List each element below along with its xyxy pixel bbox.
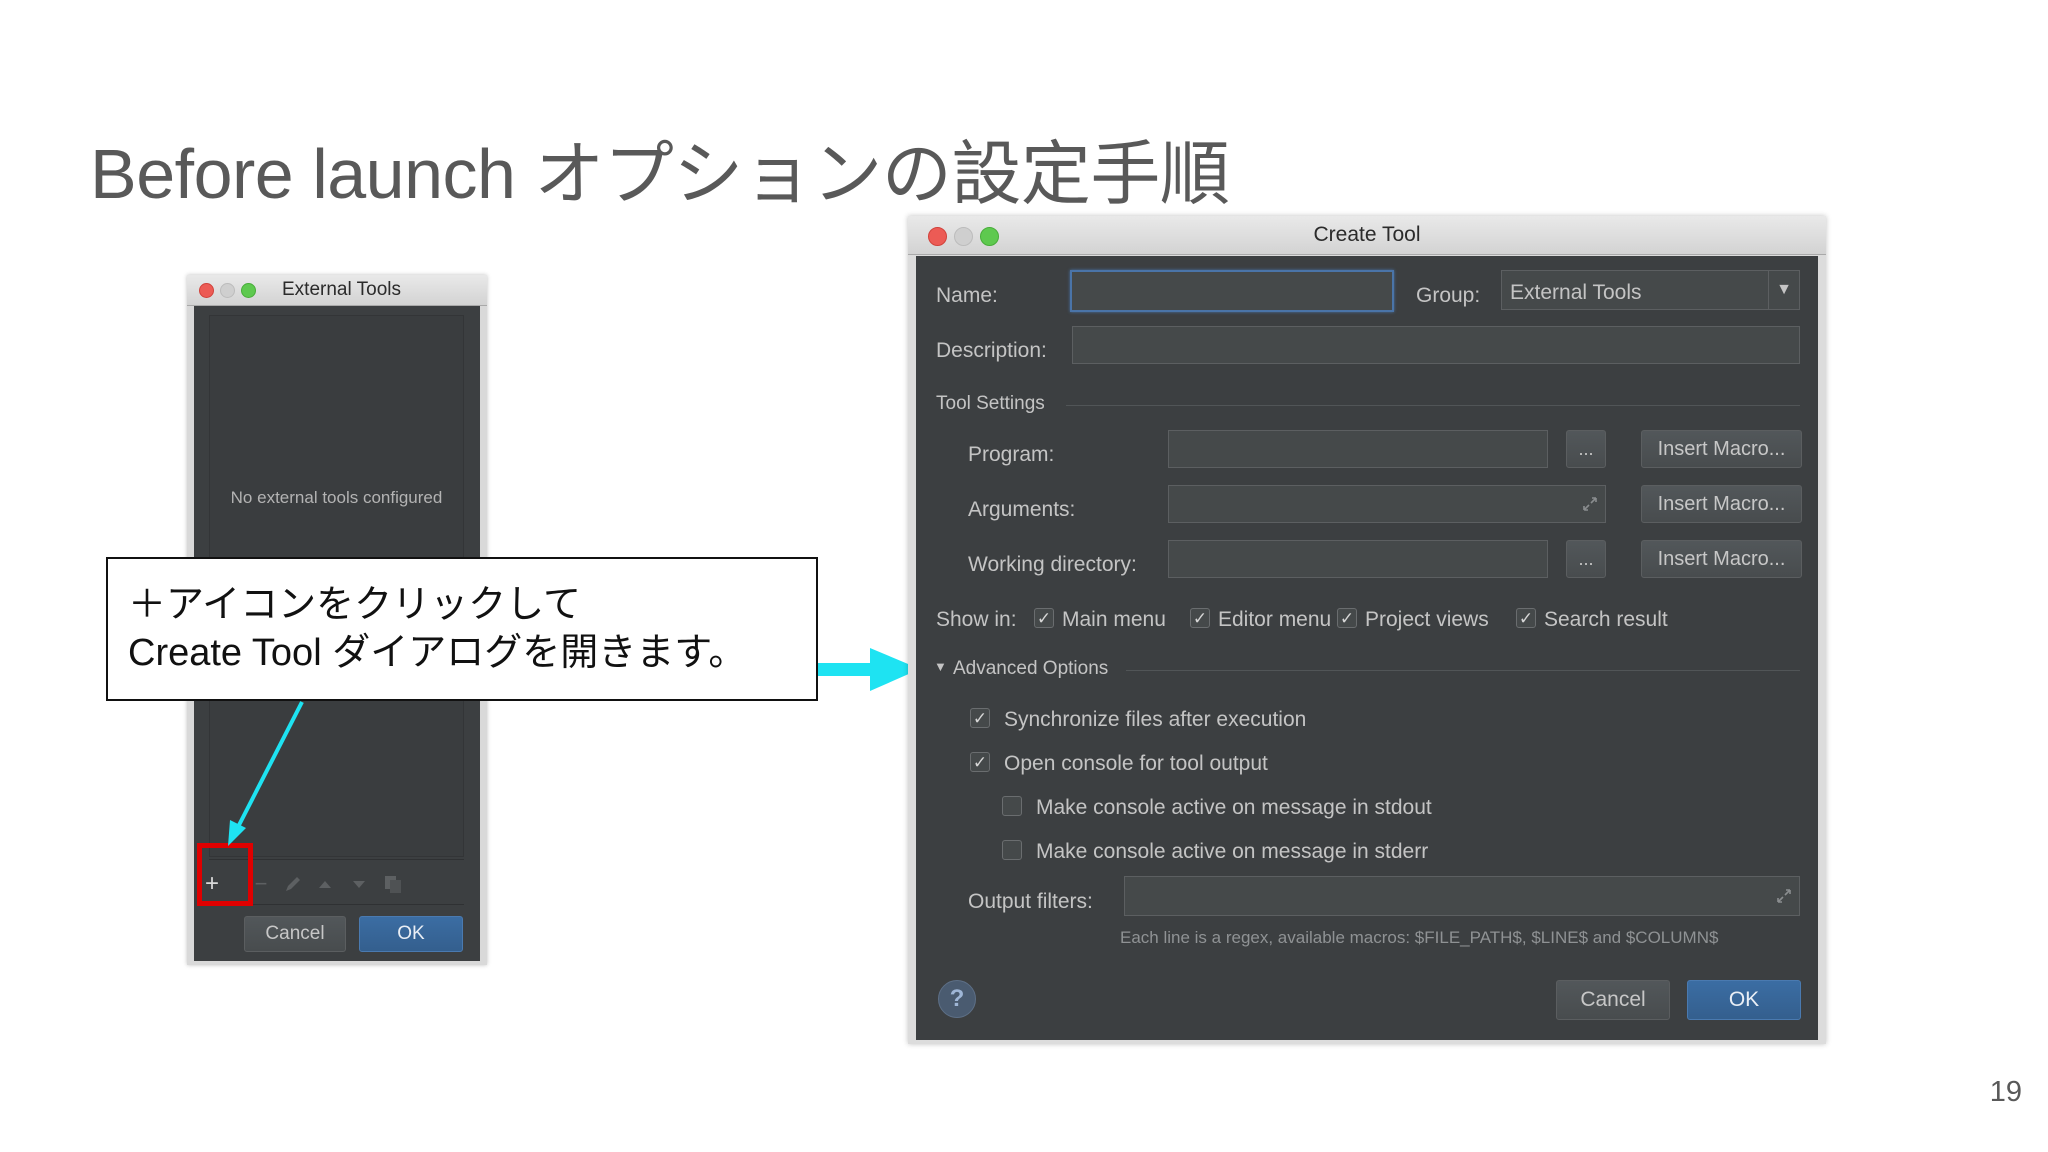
editor-menu-label: Editor menu — [1218, 608, 1332, 631]
main-menu-checkbox[interactable]: ✓ — [1034, 608, 1054, 628]
callout-line-2: Create Tool ダイアログを開きます。 — [128, 632, 747, 674]
editor-menu-checkbox[interactable]: ✓ — [1190, 608, 1210, 628]
help-button[interactable]: ? — [938, 980, 976, 1018]
stderr-label: Make console active on message in stderr — [1036, 840, 1429, 863]
group-label: Group: — [1416, 284, 1481, 307]
expand-icon[interactable] — [1775, 887, 1793, 905]
advanced-divider — [1126, 670, 1800, 671]
tool-settings-divider — [1066, 405, 1800, 406]
triangle-down-icon[interactable]: ▼ — [934, 659, 947, 674]
output-filters-hint: Each line is a regex, available macros: … — [1120, 928, 1719, 947]
project-views-label: Project views — [1365, 608, 1489, 631]
create-tool-window-title: Create Tool — [1313, 223, 1421, 246]
expand-icon[interactable] — [1581, 495, 1599, 513]
output-filters-label: Output filters: — [968, 890, 1093, 913]
create-tool-titlebar: Create Tool — [908, 216, 1826, 255]
callout-line-1: ＋アイコンをクリックして — [128, 584, 581, 626]
program-field[interactable] — [1168, 430, 1548, 468]
program-insert-macro-button[interactable]: Insert Macro... — [1641, 430, 1802, 468]
page-number: 19 — [1989, 1076, 2022, 1108]
sync-files-label: Synchronize files after execution — [1004, 708, 1307, 731]
advanced-options-toggle[interactable]: Advanced Options — [953, 658, 1108, 680]
stdout-label: Make console active on message in stdout — [1036, 796, 1432, 819]
name-field[interactable] — [1070, 270, 1394, 312]
close-window-button[interactable] — [928, 227, 947, 246]
group-select[interactable]: External Tools ▼ — [1501, 270, 1800, 310]
open-console-label: Open console for tool output — [1004, 752, 1268, 775]
zoom-window-button[interactable] — [980, 227, 999, 246]
cancel-button[interactable]: Cancel — [1556, 980, 1670, 1020]
main-menu-label: Main menu — [1062, 608, 1166, 631]
arguments-field[interactable] — [1168, 485, 1606, 523]
tool-settings-heading: Tool Settings — [936, 393, 1045, 414]
group-select-value: External Tools — [1510, 281, 1642, 304]
create-tool-body: Name: Group: External Tools ▼ Descriptio… — [916, 256, 1818, 1040]
name-label: Name: — [936, 284, 998, 307]
description-label: Description: — [936, 339, 1047, 362]
show-in-label: Show in: — [936, 608, 1017, 631]
transition-arrow — [818, 648, 920, 691]
arguments-insert-macro-button[interactable]: Insert Macro... — [1641, 485, 1802, 523]
working-directory-label: Working directory: — [968, 553, 1137, 576]
instruction-callout: ＋アイコンをクリックして Create Tool ダイアログを開きます。 — [106, 557, 818, 701]
working-directory-browse-button[interactable]: ... — [1566, 540, 1606, 578]
working-directory-field[interactable] — [1168, 540, 1548, 578]
minimize-window-button[interactable] — [954, 227, 973, 246]
chevron-down-icon: ▼ — [1768, 271, 1799, 309]
sync-files-checkbox[interactable]: ✓ — [970, 708, 990, 728]
program-label: Program: — [968, 443, 1055, 466]
search-result-label: Search result — [1544, 608, 1668, 631]
ok-button[interactable]: OK — [1687, 980, 1801, 1020]
stdout-checkbox[interactable] — [1002, 796, 1022, 816]
create-tool-dialog: Create Tool Name: Group: External Tools … — [908, 216, 1826, 1044]
working-directory-insert-macro-button[interactable]: Insert Macro... — [1641, 540, 1802, 578]
arguments-label: Arguments: — [968, 498, 1076, 521]
output-filters-field[interactable] — [1124, 876, 1800, 916]
open-console-checkbox[interactable]: ✓ — [970, 752, 990, 772]
description-field[interactable] — [1072, 326, 1800, 364]
stderr-checkbox[interactable] — [1002, 840, 1022, 860]
project-views-checkbox[interactable]: ✓ — [1337, 608, 1357, 628]
search-result-checkbox[interactable]: ✓ — [1516, 608, 1536, 628]
program-browse-button[interactable]: ... — [1566, 430, 1606, 468]
